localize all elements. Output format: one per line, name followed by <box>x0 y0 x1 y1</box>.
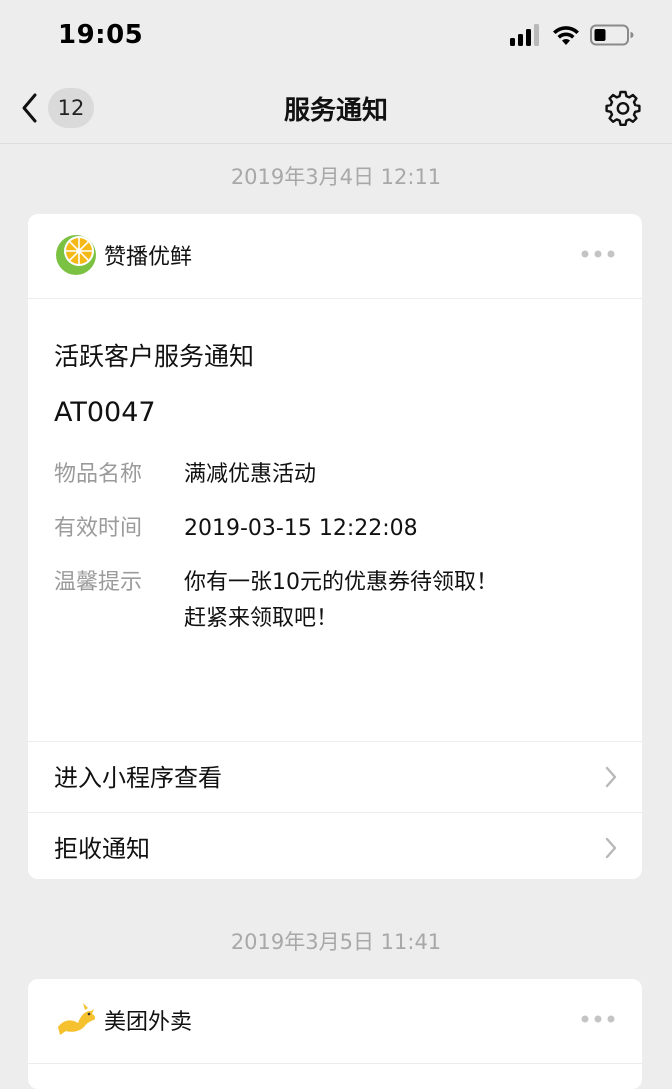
field-value: 满减优惠活动 <box>184 462 317 487</box>
field-row-tip: 温馨提示 你有一张10元的优惠券待领取！ 赶紧来领取吧！ <box>54 565 616 637</box>
notice-code: AT0047 <box>54 397 156 428</box>
cellular-signal-icon <box>510 24 539 46</box>
field-row-item-name: 物品名称 满减优惠活动 <box>54 457 616 493</box>
field-value: 2019-03-15 12:22:08 <box>184 516 418 541</box>
action-label: 进入小程序查看 <box>54 764 222 792</box>
app-name[interactable]: 美团外卖 <box>104 1004 192 1036</box>
wifi-icon <box>553 26 579 45</box>
card-body: 活跃客户服务通知 AT0047 物品名称 满减优惠活动 有效时间 2019-03… <box>28 299 642 741</box>
more-dots-icon[interactable] <box>580 244 616 264</box>
field-label: 物品名称 <box>54 462 143 487</box>
meituan-kangaroo-logo-icon <box>55 998 97 1040</box>
app-name[interactable]: 赞播优鲜 <box>104 239 192 271</box>
status-bar: 19:05 <box>0 0 672 72</box>
battery-icon <box>590 24 634 46</box>
status-icons <box>510 24 634 46</box>
notification-date: 2019年3月5日 11:41 <box>230 930 442 954</box>
field-value-line: 你有一张10元的优惠券待领取！ <box>184 570 498 595</box>
action-label: 拒收通知 <box>54 835 150 863</box>
notice-title: 活跃客户服务通知 <box>54 342 255 371</box>
status-time: 19:05 <box>58 20 144 50</box>
chevron-right-icon <box>605 837 617 859</box>
gear-icon[interactable] <box>604 89 642 127</box>
open-mini-program-button[interactable]: 进入小程序查看 <box>28 741 642 812</box>
field-label: 温馨提示 <box>54 570 143 595</box>
notification-date: 2019年3月4日 12:11 <box>230 165 442 189</box>
card-header: 赞播优鲜 <box>28 214 642 299</box>
card-header: 美团外卖 <box>28 979 642 1064</box>
field-value: 你有一张10元的优惠券待领取！ 赶紧来领取吧！ <box>184 565 498 637</box>
notification-card: 美团外卖 <box>28 979 642 1089</box>
nav-bar: 12 服务通知 <box>0 72 672 144</box>
field-label: 有效时间 <box>54 516 143 541</box>
notification-card: 赞播优鲜 活跃客户服务通知 AT0047 物品名称 满减优惠活动 有效时间 20… <box>28 214 642 879</box>
chevron-right-icon <box>605 766 617 788</box>
field-row-valid-time: 有效时间 2019-03-15 12:22:08 <box>54 511 616 547</box>
more-dots-icon[interactable] <box>580 1009 616 1029</box>
page-title: 服务通知 <box>283 96 388 126</box>
lemon-logo-icon <box>56 235 96 275</box>
reject-notification-button[interactable]: 拒收通知 <box>28 812 642 879</box>
field-value-line: 赶紧来领取吧！ <box>184 606 339 631</box>
